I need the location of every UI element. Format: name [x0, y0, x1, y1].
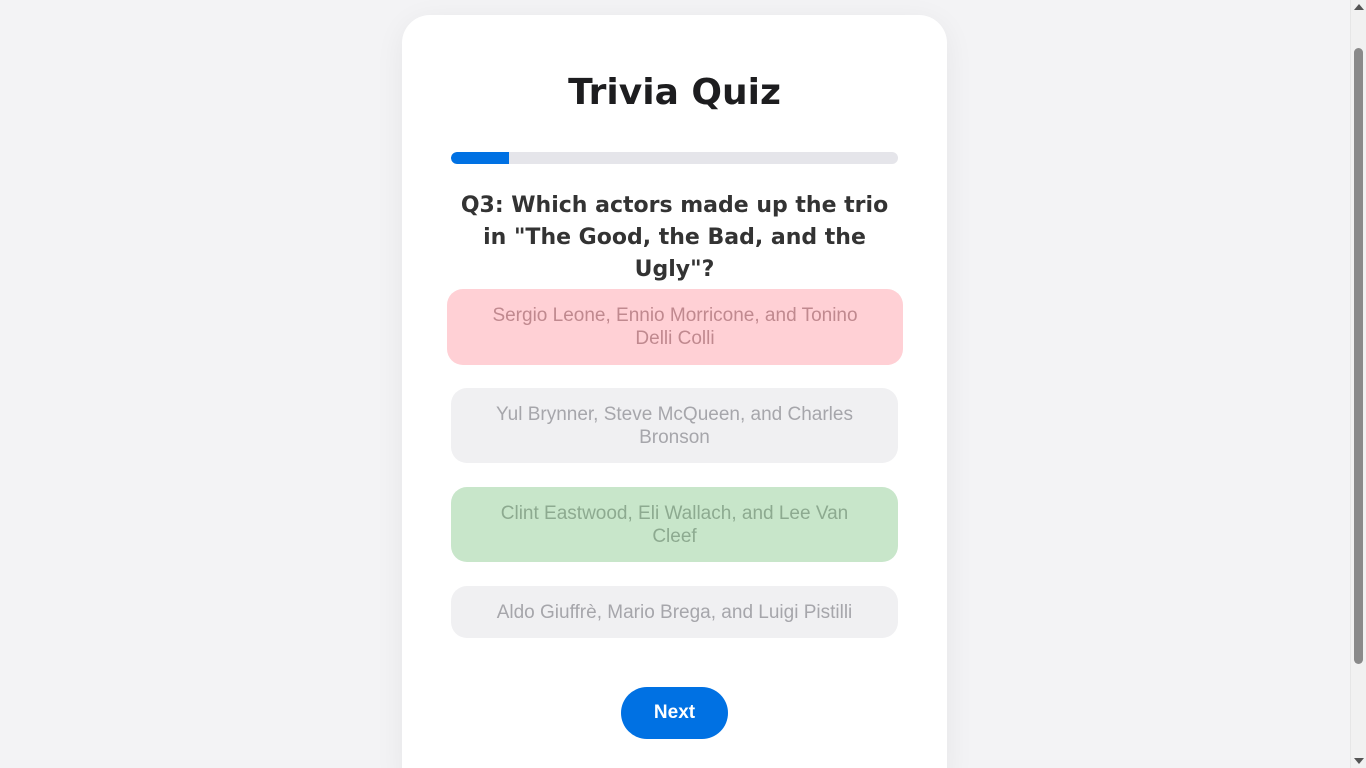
- progress-bar: [451, 152, 898, 164]
- answer-option[interactable]: Aldo Giuffrè, Mario Brega, and Luigi Pis…: [451, 586, 898, 638]
- question-text: Q3: Which actors made up the trio in "Th…: [460, 193, 889, 282]
- vertical-scrollbar[interactable]: [1350, 0, 1366, 768]
- answer-option-label: Aldo Giuffrè, Mario Brega, and Luigi Pis…: [496, 601, 853, 623]
- answer-option-correct[interactable]: Clint Eastwood, Eli Wallach, and Lee Van…: [451, 487, 898, 562]
- scrollbar-thumb[interactable]: [1354, 48, 1363, 664]
- page-viewport: Trivia Quiz Q3: Which actors made up the…: [0, 0, 1350, 768]
- answer-option-incorrect[interactable]: Sergio Leone, Ennio Morricone, and Tonin…: [447, 289, 903, 365]
- answer-option-label: Sergio Leone, Ennio Morricone, and Tonin…: [492, 305, 858, 349]
- page-title: Trivia Quiz: [568, 72, 781, 113]
- answer-option-label: Yul Brynner, Steve McQueen, and Charles …: [496, 403, 853, 448]
- scroll-up-arrow-icon[interactable]: [1354, 4, 1364, 10]
- answer-option[interactable]: Yul Brynner, Steve McQueen, and Charles …: [451, 388, 898, 463]
- quiz-card: Trivia Quiz Q3: Which actors made up the…: [402, 15, 947, 768]
- next-button[interactable]: Next: [621, 687, 728, 739]
- progress-bar-fill: [451, 152, 510, 164]
- scroll-down-arrow-icon[interactable]: [1354, 758, 1364, 764]
- answer-option-label: Clint Eastwood, Eli Wallach, and Lee Van…: [500, 502, 849, 547]
